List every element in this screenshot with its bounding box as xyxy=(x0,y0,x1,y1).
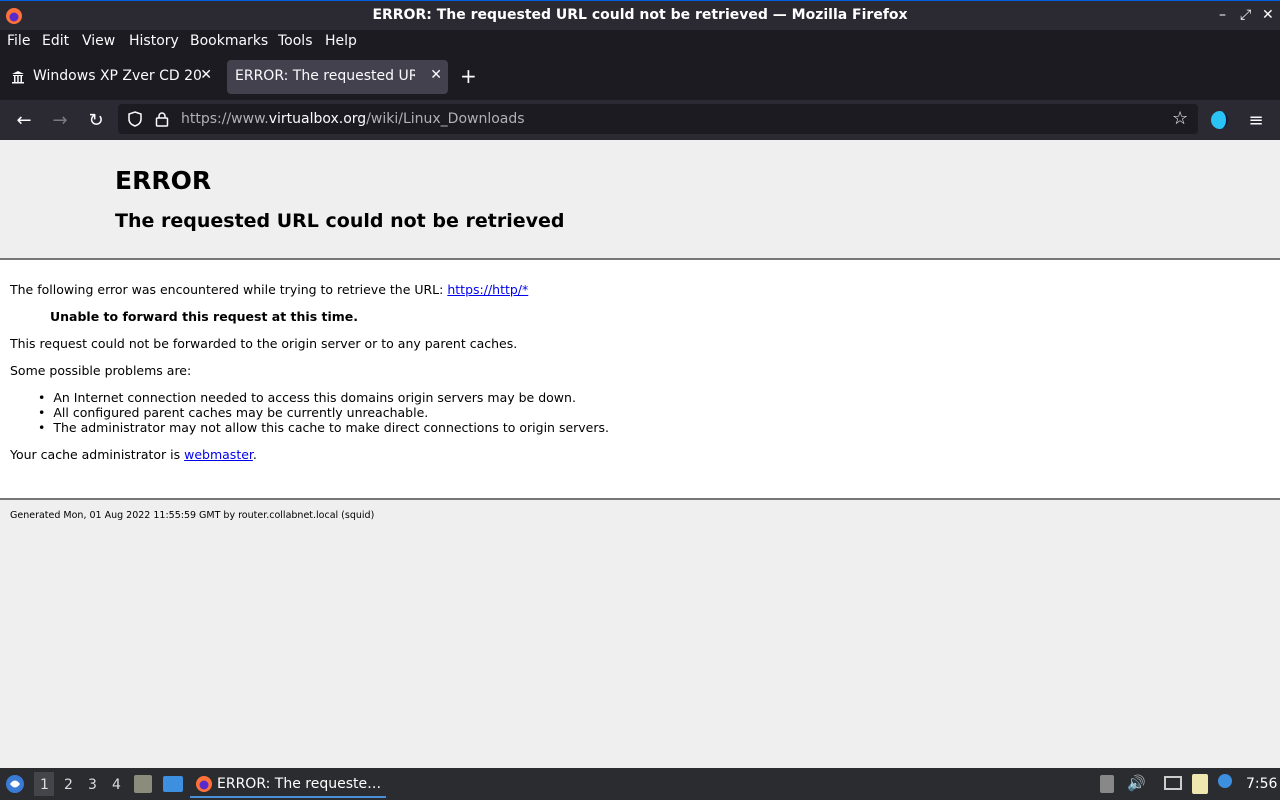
storage-icon[interactable] xyxy=(1100,775,1114,793)
problem-text: All configured parent caches may be curr… xyxy=(53,405,429,420)
close-window-icon[interactable]: ✕ xyxy=(1262,7,1274,23)
admin-suffix: . xyxy=(252,447,257,462)
intro-text: The following error was encountered whil… xyxy=(10,282,528,297)
museum-icon xyxy=(12,71,24,84)
admin-text: Your cache administrator is webmaster. xyxy=(10,447,257,462)
list-item: • An Internet connection needed to acces… xyxy=(38,390,576,405)
clock: 7:56 xyxy=(1246,776,1278,792)
menu-history[interactable]: History xyxy=(129,33,179,49)
address-bar[interactable]: https://www.virtualbox.org/wiki/Linux_Do… xyxy=(118,104,1198,134)
file-manager-icon[interactable] xyxy=(134,775,152,793)
workspace-1[interactable]: 1 xyxy=(40,777,49,793)
forward-arrow-icon[interactable]: → xyxy=(48,110,72,131)
problem-text: The administrator may not allow this cac… xyxy=(53,420,609,435)
show-desktop-icon[interactable] xyxy=(163,776,183,792)
menu-tools[interactable]: Tools xyxy=(278,33,313,49)
page-subtitle: The requested URL could not be retrieved xyxy=(115,210,565,232)
workspace-3[interactable]: 3 xyxy=(88,777,97,793)
close-tab-icon[interactable]: ✕ xyxy=(200,67,212,83)
workspace-4[interactable]: 4 xyxy=(112,777,121,793)
url-host: virtualbox.org xyxy=(268,111,367,127)
menu-help[interactable]: Help xyxy=(325,33,357,49)
tab-title: Windows XP Zver CD 2012 xyxy=(33,68,203,84)
shield-icon[interactable] xyxy=(127,111,143,127)
intro-label: The following error was encountered whil… xyxy=(10,282,448,297)
error-message: Unable to forward this request at this t… xyxy=(50,309,359,324)
workspace-2[interactable]: 2 xyxy=(64,777,73,793)
reload-icon[interactable]: ↻ xyxy=(84,110,108,131)
problems-title: Some possible problems are: xyxy=(10,363,192,378)
tab-title: ERROR: The requested URL could not be re… xyxy=(235,68,415,84)
maximize-icon[interactable]: ⤢ xyxy=(1240,7,1251,23)
tab-error[interactable]: ERROR: The requested URL could not be re… xyxy=(227,60,448,94)
start-menu-icon[interactable] xyxy=(5,774,25,794)
admin-label: Your cache administrator is xyxy=(10,447,185,462)
taskbar-app-label: ERROR: The requeste… xyxy=(217,776,382,792)
bookmark-star-icon[interactable]: ☆ xyxy=(1172,108,1188,129)
taskbar-firefox-app[interactable]: ERROR: The requeste… xyxy=(190,770,386,798)
error-header xyxy=(0,140,1280,260)
taskbar: 1 2 3 4 ERROR: The requeste… 🔊 xyxy=(0,768,1280,800)
menu-bar: File Edit View History Bookmarks Tools H… xyxy=(0,30,1280,54)
account-icon[interactable] xyxy=(1210,110,1230,130)
new-tab-plus-icon[interactable]: + xyxy=(460,64,477,88)
hamburger-menu-icon[interactable]: ≡ xyxy=(1244,110,1268,131)
menu-bookmarks[interactable]: Bookmarks xyxy=(190,33,268,49)
lock-icon[interactable] xyxy=(155,111,169,127)
tab-bar: Windows XP Zver CD 2012 ✕ ERROR: The req… xyxy=(0,54,1280,100)
firefox-icon xyxy=(196,776,212,792)
volume-icon[interactable]: 🔊 xyxy=(1127,774,1146,792)
url-path: /wiki/Linux_Downloads xyxy=(366,111,525,127)
tab-windows-xp[interactable]: Windows XP Zver CD 2012 ✕ xyxy=(2,60,218,94)
menu-file[interactable]: File xyxy=(7,33,30,49)
clipboard-icon[interactable] xyxy=(1192,774,1208,794)
notification-icon[interactable] xyxy=(1218,774,1232,788)
footer-text: Generated Mon, 01 Aug 2022 11:55:59 GMT … xyxy=(10,510,375,521)
explanation-text: This request could not be forwarded to t… xyxy=(10,336,518,351)
back-arrow-icon[interactable]: ← xyxy=(12,110,36,131)
network-icon[interactable] xyxy=(1164,776,1182,790)
webmaster-link[interactable]: webmaster xyxy=(184,447,253,462)
menu-view[interactable]: View xyxy=(82,33,115,49)
window-titlebar: ERROR: The requested URL could not be re… xyxy=(0,0,1280,30)
list-item: • The administrator may not allow this c… xyxy=(38,420,609,435)
menu-edit[interactable]: Edit xyxy=(42,33,69,49)
minimize-icon[interactable]: – xyxy=(1219,7,1226,23)
url-prefix: https://www. xyxy=(181,111,269,127)
page-title: ERROR xyxy=(115,166,212,195)
list-item: • All configured parent caches may be cu… xyxy=(38,405,429,420)
requested-url-link[interactable]: https://http/* xyxy=(447,282,528,297)
close-tab-icon[interactable]: ✕ xyxy=(430,67,442,83)
window-title: ERROR: The requested URL could not be re… xyxy=(372,7,908,23)
url-text[interactable]: https://www.virtualbox.org/wiki/Linux_Do… xyxy=(181,111,525,127)
problem-text: An Internet connection needed to access … xyxy=(53,390,576,405)
